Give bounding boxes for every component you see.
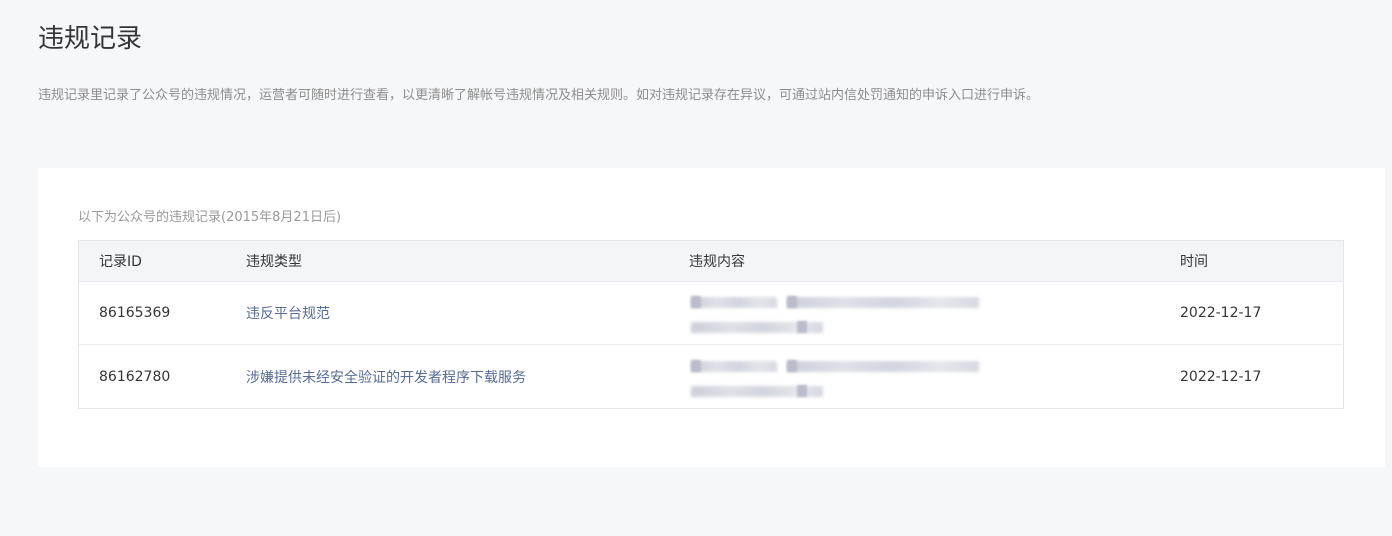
records-card: 以下为公众号的违规记录(2015年8月21日后) 记录ID 违规类型 违规内容 … <box>38 168 1385 467</box>
blurred-content <box>689 290 979 336</box>
record-id: 86165369 <box>99 305 171 321</box>
table-row: 86165369 违反平台规范 2022-12-17 <box>79 282 1343 345</box>
record-content-blurred <box>689 282 979 344</box>
column-header-type: 违规类型 <box>246 254 302 270</box>
record-content-blurred <box>689 345 979 408</box>
table-row: 86162780 涉嫌提供未经安全验证的开发者程序下载服务 2022-12-17 <box>79 345 1343 408</box>
table-caption: 以下为公众号的违规记录(2015年8月21日后) <box>78 210 342 225</box>
record-time: 2022-12-17 <box>1180 368 1262 385</box>
violation-records-table: 记录ID 违规类型 违规内容 时间 86165369 违反平台规范 2022-1… <box>78 240 1344 409</box>
page-title: 违规记录 <box>38 24 143 54</box>
record-id: 86162780 <box>99 368 171 385</box>
column-header-content: 违规内容 <box>689 254 745 270</box>
page-description: 违规记录里记录了公众号的违规情况，运营者可随时进行查看，以更清晰了解帐号违规情况… <box>38 88 1040 103</box>
blurred-content <box>689 354 979 400</box>
record-type: 违反平台规范 <box>246 306 330 322</box>
table-header-row: 记录ID 违规类型 违规内容 时间 <box>79 241 1343 282</box>
record-time: 2022-12-17 <box>1180 305 1262 321</box>
column-header-id: 记录ID <box>99 254 142 270</box>
record-type: 涉嫌提供未经安全验证的开发者程序下载服务 <box>246 369 526 386</box>
column-header-time: 时间 <box>1180 254 1208 270</box>
